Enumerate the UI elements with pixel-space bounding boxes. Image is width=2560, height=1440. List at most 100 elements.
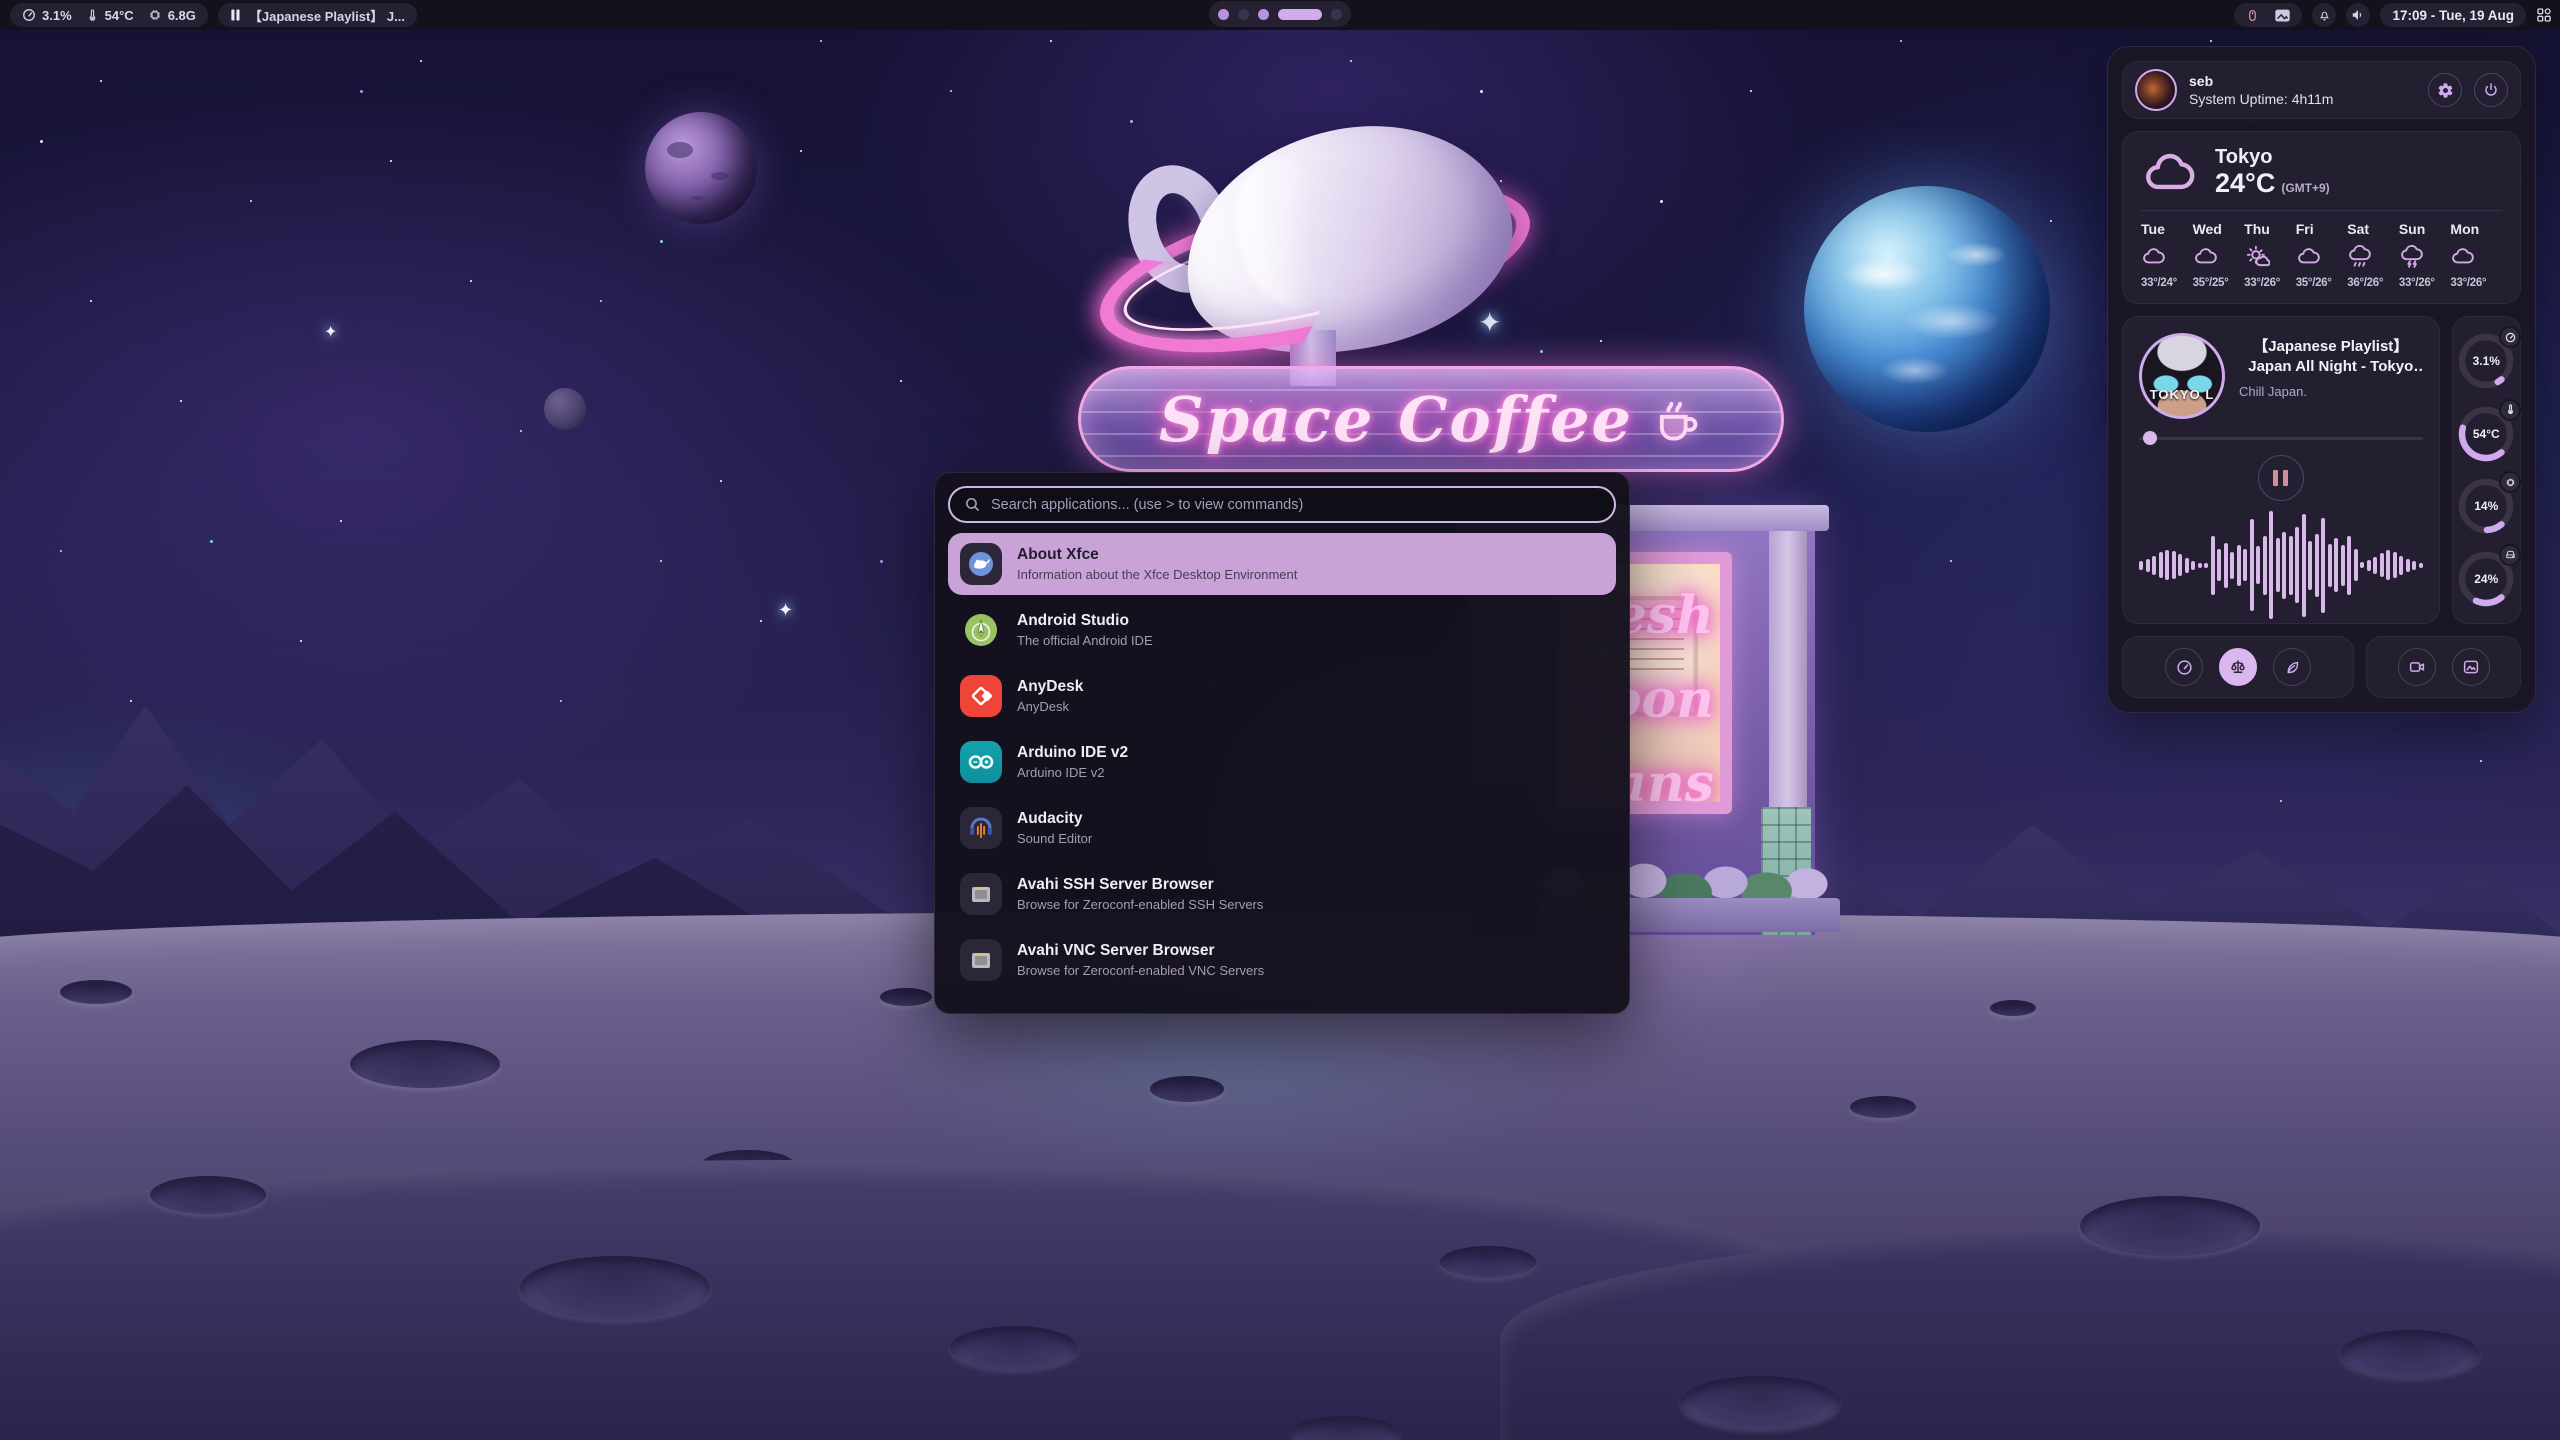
android-studio-icon xyxy=(960,609,1002,651)
space-coffee-sign: Space Coffee xyxy=(1078,366,1784,472)
waveform xyxy=(2139,509,2423,621)
result-title: Arduino IDE v2 xyxy=(1017,744,1128,762)
result-title: Avahi VNC Server Browser xyxy=(1017,942,1264,960)
cloud-icon xyxy=(2141,149,2199,195)
user-card: seb System Uptime: 4h11m xyxy=(2122,61,2521,119)
top-panel: 3.1% 54°C 6.8G xyxy=(0,0,2560,30)
chip-icon xyxy=(148,8,162,22)
result-description: AnyDesk xyxy=(1017,699,1083,714)
earth-planet xyxy=(1804,186,2050,432)
seek-bar[interactable] xyxy=(2139,431,2423,445)
pause-button[interactable] xyxy=(2258,455,2304,501)
storm-cloud-icon xyxy=(2399,244,2451,270)
memory-stat: 6.8G xyxy=(148,8,196,23)
cloud-icon xyxy=(2193,244,2245,270)
volume-icon[interactable] xyxy=(2346,3,2370,27)
small-moon xyxy=(544,388,586,430)
result-title: About Xfce xyxy=(1017,546,1297,564)
xfce-mouse-icon xyxy=(960,543,1002,585)
weather-timezone: (GMT+9) xyxy=(2281,181,2329,195)
input-device-icon[interactable] xyxy=(2246,9,2259,22)
performance-profile-button[interactable] xyxy=(2165,648,2203,686)
pause-icon[interactable] xyxy=(230,9,241,21)
network-jack-icon xyxy=(960,939,1002,981)
cloud-icon xyxy=(2141,244,2193,270)
track-title: 【Japanese Playlist】 Japan All Night - To… xyxy=(2239,337,2423,377)
forecast-day: Fri 35°/26° xyxy=(2296,221,2348,289)
weather-forecast: Tue 33°/24° Wed 35°/25° Thu 33°/26° Fri xyxy=(2141,221,2502,289)
cpu-value: 3.1% xyxy=(42,8,72,23)
username: seb xyxy=(2189,73,2416,89)
sparkle-star: ✦ xyxy=(324,322,337,342)
result-row-about-xfce[interactable]: About Xfce Information about the Xfce De… xyxy=(948,533,1616,595)
result-row-arduino[interactable]: Arduino IDE v2 Arduino IDE v2 xyxy=(948,731,1616,793)
workspace-dot[interactable] xyxy=(1278,9,1322,20)
mountains-left xyxy=(0,620,1040,950)
result-row-avahi-ssh[interactable]: Avahi SSH Server Browser Browse for Zero… xyxy=(948,863,1616,925)
album-art-text: TOKYO L xyxy=(2142,387,2222,402)
temperature-gauge: 54°C xyxy=(2455,403,2517,465)
result-row-anydesk[interactable]: AnyDesk AnyDesk xyxy=(948,665,1616,727)
balanced-profile-button[interactable] xyxy=(2219,648,2257,686)
temp-stat: 54°C xyxy=(86,8,134,23)
forecast-day: Tue 33°/24° xyxy=(2141,221,2193,289)
partly-sunny-icon xyxy=(2244,244,2296,270)
workspace-dot[interactable] xyxy=(1238,9,1249,20)
result-row-android-studio[interactable]: Android Studio The official Android IDE xyxy=(948,599,1616,661)
system-uptime: System Uptime: 4h11m xyxy=(2189,91,2416,107)
cpu-usage-gauge: 3.1% xyxy=(2455,330,2517,392)
desktop: ✦ ✦ ✦ ✦ ✦ xyxy=(0,0,2560,1440)
memory-value: 6.8G xyxy=(168,8,196,23)
avatar xyxy=(2135,69,2177,111)
launcher-search[interactable] xyxy=(948,486,1616,523)
result-description: Arduino IDE v2 xyxy=(1017,765,1128,780)
disk-icon xyxy=(2499,544,2521,566)
memory-gauge: 14% xyxy=(2455,475,2517,537)
result-row-avahi-vnc[interactable]: Avahi VNC Server Browser Browse for Zero… xyxy=(948,929,1616,991)
workspace-indicator[interactable] xyxy=(1209,1,1351,27)
result-description: Browse for Zeroconf-enabled VNC Servers xyxy=(1017,963,1264,978)
rain-cloud-icon xyxy=(2347,244,2399,270)
temp-value: 54°C xyxy=(105,8,134,23)
clock[interactable]: 17:09 - Tue, 19 Aug xyxy=(2380,3,2526,27)
workspace-dot[interactable] xyxy=(1218,9,1229,20)
track-artist: Chill Japan. xyxy=(2239,384,2423,399)
cpu-stat: 3.1% xyxy=(22,8,72,23)
weather-card: Tokyo 24°C(GMT+9) Tue 33°/24° Wed 35°/25… xyxy=(2122,131,2521,304)
result-description: Sound Editor xyxy=(1017,831,1092,846)
notifications-bell-icon[interactable] xyxy=(2312,3,2336,27)
screen-record-button[interactable] xyxy=(2398,648,2436,686)
system-gauges-card: 3.1% 54°C 14% 24% xyxy=(2452,316,2522,624)
workspace-dot[interactable] xyxy=(1331,9,1342,20)
sparkle-star: ✦ xyxy=(778,600,793,621)
network-jack-icon xyxy=(960,873,1002,915)
now-playing-title: 【Japanese Playlist】 J... xyxy=(249,6,405,25)
result-title: Avahi SSH Server Browser xyxy=(1017,876,1263,894)
system-stats-pill: 3.1% 54°C 6.8G xyxy=(10,3,208,27)
now-playing-pill[interactable]: 【Japanese Playlist】 J... xyxy=(218,3,417,27)
arduino-icon xyxy=(960,741,1002,783)
search-icon xyxy=(964,496,981,513)
speedometer-icon xyxy=(22,8,36,22)
weather-city: Tokyo xyxy=(2215,146,2330,168)
wallpaper-icon[interactable] xyxy=(2275,9,2290,22)
power-button[interactable] xyxy=(2474,73,2508,107)
sign-coffee-cup-icon xyxy=(1651,393,1703,445)
seek-knob[interactable] xyxy=(2143,431,2157,445)
screenshot-button[interactable] xyxy=(2452,648,2490,686)
result-description: Information about the Xfce Desktop Envir… xyxy=(1017,567,1297,582)
music-player-card: TOKYO L 【Japanese Playlist】 Japan All Ni… xyxy=(2122,316,2440,624)
speedometer-icon xyxy=(2499,326,2521,348)
forecast-day: Thu 33°/26° xyxy=(2244,221,2296,289)
capture-tools-card xyxy=(2366,636,2521,698)
power-saver-profile-button[interactable] xyxy=(2273,648,2311,686)
result-description: Browse for Zeroconf-enabled SSH Servers xyxy=(1017,897,1263,912)
thermometer-icon xyxy=(86,9,99,22)
result-description: The official Android IDE xyxy=(1017,633,1153,648)
workspace-dot[interactable] xyxy=(1258,9,1269,20)
dashboard-grid-icon[interactable] xyxy=(2536,7,2552,23)
purple-planet xyxy=(645,112,757,224)
search-input[interactable] xyxy=(991,497,1600,513)
result-row-audacity[interactable]: Audacity Sound Editor xyxy=(948,797,1616,859)
settings-gear-button[interactable] xyxy=(2428,73,2462,107)
